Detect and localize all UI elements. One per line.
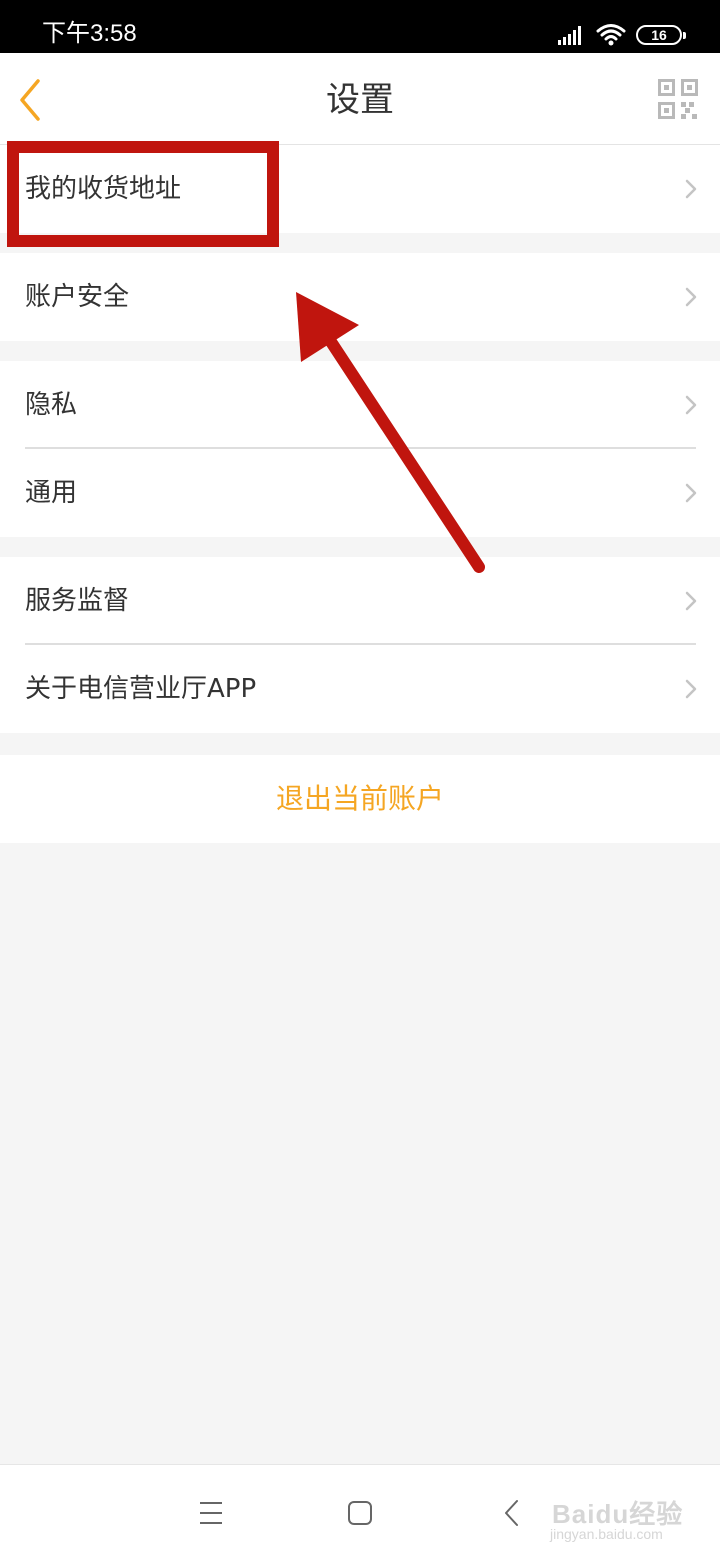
settings-item-label: 我的收货地址	[25, 174, 182, 204]
settings-item-privacy[interactable]: 隐私	[0, 361, 720, 449]
settings-item-address[interactable]: 我的收货地址	[0, 145, 720, 233]
settings-item-general[interactable]: 通用	[0, 449, 720, 537]
settings-item-about[interactable]: 关于电信营业厅APP	[0, 645, 720, 733]
settings-item-label: 关于电信营业厅APP	[25, 674, 257, 704]
logout-label: 退出当前账户	[275, 782, 444, 815]
back-triangle-icon	[505, 1500, 518, 1526]
header: 设置	[0, 53, 720, 145]
chevron-right-icon	[685, 591, 697, 611]
chevron-right-icon	[685, 179, 697, 199]
home-square-icon	[348, 1501, 372, 1525]
status-bar: 下午3:58 16	[0, 0, 720, 53]
menu-icon	[200, 1502, 222, 1524]
chevron-right-icon	[685, 679, 697, 699]
settings-group-security: 账户安全	[0, 253, 720, 341]
settings-item-label: 隐私	[25, 390, 78, 420]
wifi-icon	[596, 24, 626, 46]
chevron-right-icon	[685, 287, 697, 307]
menu-button[interactable]	[193, 1495, 229, 1531]
chevron-right-icon	[685, 395, 697, 415]
page-title: 设置	[326, 80, 394, 120]
battery-icon: 16	[636, 25, 686, 45]
settings-item-service-supervision[interactable]: 服务监督	[0, 557, 720, 645]
qr-code-button[interactable]	[658, 79, 698, 119]
settings-group-address: 我的收货地址	[0, 145, 720, 233]
status-time: 下午3:58	[42, 20, 137, 47]
settings-item-label: 通用	[25, 478, 78, 508]
settings-item-label: 服务监督	[25, 586, 130, 616]
battery-level: 16	[651, 27, 667, 43]
system-nav-bar	[0, 1464, 720, 1561]
signal-icon	[558, 26, 581, 45]
logout-button[interactable]: 退出当前账户	[0, 755, 720, 843]
settings-item-label: 账户安全	[25, 282, 130, 312]
nav-back-button[interactable]	[494, 1495, 530, 1531]
settings-item-account-security[interactable]: 账户安全	[0, 253, 720, 341]
settings-group-privacy-general: 隐私 通用	[0, 361, 720, 537]
settings-group-service-about: 服务监督 关于电信营业厅APP	[0, 557, 720, 733]
qr-code-icon	[658, 79, 698, 119]
home-button[interactable]	[342, 1495, 378, 1531]
chevron-right-icon	[685, 483, 697, 503]
status-icons: 16	[558, 20, 686, 50]
